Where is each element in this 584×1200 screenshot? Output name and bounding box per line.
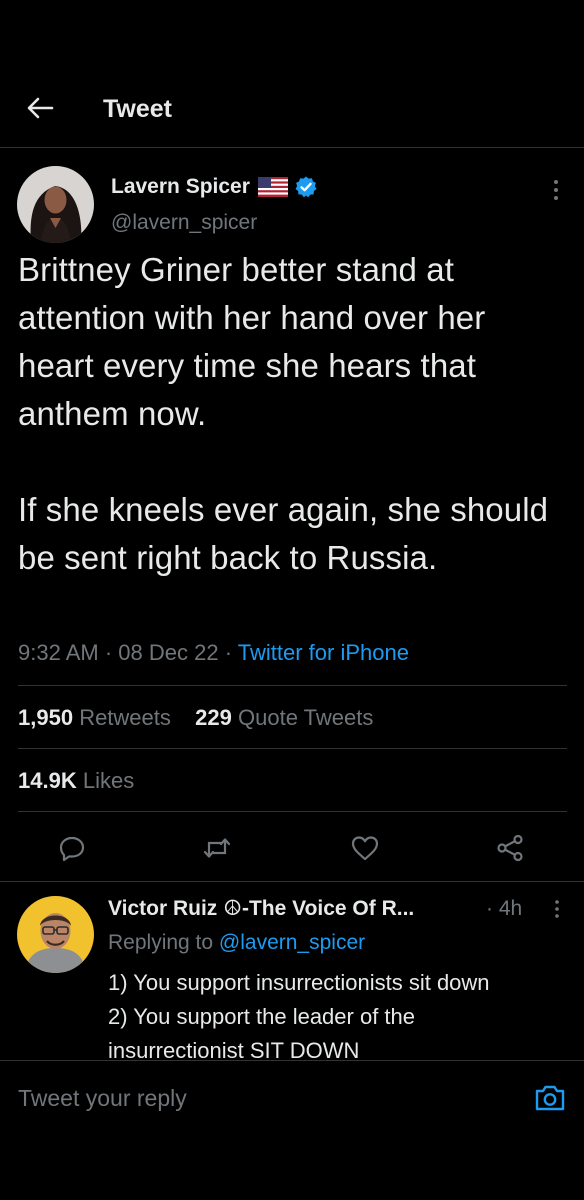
retweet-button[interactable] — [201, 832, 233, 864]
tweet-date: 08 Dec 22 — [118, 640, 219, 665]
reply-line: 1) You support insurrectionists sit down — [108, 970, 490, 995]
reply-author-avatar[interactable] — [17, 896, 94, 973]
likes-stat[interactable]: 14.9K Likes — [18, 766, 134, 796]
reply-input[interactable]: Tweet your reply — [18, 1083, 187, 1113]
reply-time-value: 4h — [498, 897, 523, 920]
reply-line: 2) You support the leader of the — [108, 1004, 416, 1029]
tweet-meta: 9:32 AM · 08 Dec 22 · Twitter for iPhone — [18, 638, 409, 668]
us-flag-icon — [257, 177, 288, 197]
quote-tweets-stat[interactable]: 229 Quote Tweets — [195, 705, 373, 730]
tweet-text: Brittney Griner better stand at attentio… — [18, 251, 549, 576]
reply-author-name[interactable]: Victor Ruiz ☮-The Voice Of R... — [108, 896, 488, 922]
reply-more-options-button[interactable] — [548, 898, 566, 920]
camera-icon — [535, 1085, 565, 1111]
retweets-stat[interactable]: 1,950 Retweets — [18, 705, 171, 730]
reply-time: · 4h — [486, 897, 523, 920]
verified-icon — [295, 176, 317, 198]
more-vertical-icon — [555, 900, 559, 918]
share-icon — [497, 834, 523, 862]
retweet-icon — [203, 838, 231, 858]
divider — [0, 881, 584, 882]
heart-icon — [351, 836, 379, 861]
quotes-count: 229 — [195, 705, 232, 730]
arrow-left-icon — [27, 97, 54, 119]
author-name[interactable]: Lavern Spicer — [111, 174, 318, 200]
likes-label: Likes — [82, 768, 135, 793]
camera-button[interactable] — [533, 1081, 567, 1115]
engagement-stats: 1,950 Retweets 229 Quote Tweets — [18, 703, 373, 733]
reply-composer: Tweet your reply — [0, 1060, 584, 1200]
author-name-text: Lavern Spicer — [111, 175, 250, 198]
quotes-label: Quote Tweets — [238, 705, 374, 730]
share-button[interactable] — [494, 832, 526, 864]
replying-to: Replying to @lavern_spicer — [108, 930, 365, 956]
avatar-photo — [17, 896, 94, 973]
more-vertical-icon — [554, 180, 558, 200]
reply-line: insurrectionist SIT DOWN — [108, 1038, 360, 1060]
meta-separator: · — [104, 640, 119, 665]
author-avatar[interactable] — [17, 166, 94, 243]
replying-to-prefix: Replying to — [108, 931, 214, 954]
retweets-count: 1,950 — [18, 705, 74, 730]
tweet-source-link[interactable]: Twitter for iPhone — [238, 640, 409, 665]
divider — [18, 685, 567, 686]
meta-separator: · — [224, 640, 238, 665]
reply-button[interactable] — [56, 832, 88, 864]
avatar-photo — [17, 166, 94, 243]
replying-to-handle[interactable]: @lavern_spicer — [219, 931, 365, 954]
reply-icon — [59, 836, 85, 862]
reply-text: 1) You support insurrectionists sit down… — [108, 966, 578, 1060]
author-handle[interactable]: @lavern_spicer — [111, 210, 257, 236]
top-bar: Tweet — [0, 0, 584, 148]
likes-count: 14.9K — [18, 768, 77, 793]
page-title: Tweet — [103, 95, 172, 123]
retweets-label: Retweets — [79, 705, 171, 730]
divider — [18, 811, 567, 812]
divider — [18, 748, 567, 749]
tweet-time: 9:32 AM — [18, 640, 99, 665]
like-button[interactable] — [349, 832, 381, 864]
back-button[interactable] — [24, 92, 56, 124]
more-options-button[interactable] — [546, 178, 566, 202]
